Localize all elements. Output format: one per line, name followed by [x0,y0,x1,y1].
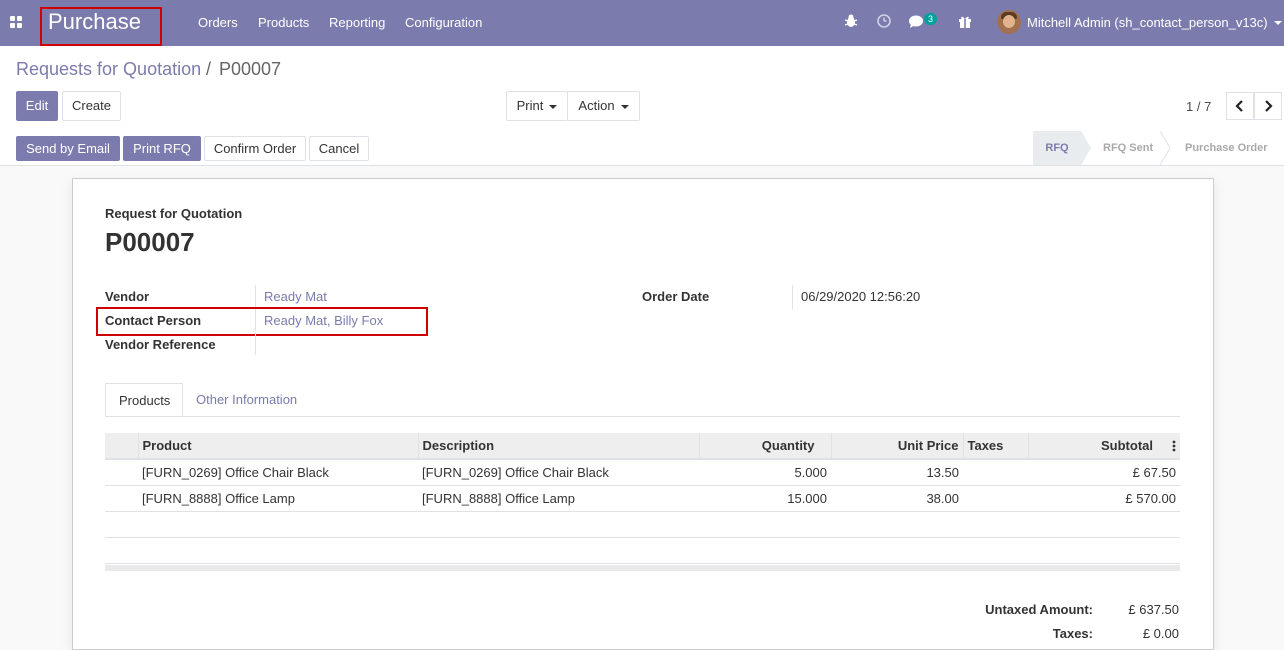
vendor-label: Vendor [105,289,150,304]
column-header-description[interactable]: Description [418,433,700,460]
table-header-row: Product Description Quantity Unit Price … [105,433,1180,460]
row-handle [105,459,138,486]
empty-row [105,537,1180,564]
cell-unit-price[interactable]: 38.00 [831,485,963,512]
pager-value[interactable]: 1 / 7 [1186,99,1211,114]
print-rfq-button[interactable]: Print RFQ [123,136,201,161]
tab-other-information[interactable]: Other Information [183,383,310,416]
cell-product[interactable]: [FURN_0269] Office Chair Black [138,459,418,486]
highlight-box-app-title [40,7,162,46]
empty-row [105,511,1180,538]
stage-rfq[interactable]: RFQ [1033,131,1081,165]
untaxed-amount-label: Untaxed Amount: [985,602,1093,617]
order-lines-table: Product Description Quantity Unit Price … [105,433,1180,564]
pager-previous-button[interactable] [1226,92,1254,120]
menu-orders[interactable]: Orders [198,15,238,30]
table-row[interactable]: [FURN_8888] Office Lamp [FURN_8888] Offi… [105,485,1180,512]
untaxed-amount-value: £ 637.50 [1128,602,1179,617]
menu-reporting[interactable]: Reporting [329,15,385,30]
column-header-subtotal[interactable]: Subtotal [1028,433,1180,460]
form-sheet: Request for Quotation P00007 Vendor Read… [72,178,1214,650]
table-row[interactable]: [FURN_0269] Office Chair Black [FURN_026… [105,459,1180,486]
taxes-value: £ 0.00 [1142,626,1179,641]
table-footer-bar [105,565,1180,571]
cell-description[interactable]: [FURN_0269] Office Chair Black [418,459,699,486]
handle-column-header [105,433,139,460]
column-header-taxes[interactable]: Taxes [963,433,1029,460]
document-name: P00007 [105,227,195,257]
apps-menu-icon[interactable] [10,16,22,28]
create-button[interactable]: Create [62,91,121,121]
order-date-label: Order Date [642,289,710,304]
column-header-unit-price[interactable]: Unit Price [831,433,964,460]
breadcrumb-current: P00007 [219,59,282,79]
stage-arrow-icon [1081,131,1091,165]
order-date-field[interactable]: 06/29/2020 12:56:20 [801,289,920,304]
notebook-tabs: Products Other Information [105,383,1180,417]
highlight-box-contact-person [96,307,428,336]
messages-chat-icon[interactable] [908,13,924,29]
document-type-label: Request for Quotation [105,206,243,221]
print-button-label: Print [516,98,544,113]
action-button-label: Action [578,98,615,113]
activity-clock-icon[interactable] [876,13,892,29]
stage-rfq-sent[interactable]: RFQ Sent [1103,131,1153,165]
optional-columns-kebab-icon[interactable] [1172,440,1176,452]
vendor-field[interactable]: Ready Mat [264,289,327,304]
edit-button[interactable]: Edit [16,91,58,121]
cell-taxes[interactable] [963,459,1028,486]
column-header-product[interactable]: Product [138,433,419,460]
cell-quantity[interactable]: 5.000 [699,459,831,486]
breadcrumb-parent-link[interactable]: Requests for Quotation [16,59,201,80]
pager-next-button[interactable] [1254,92,1282,120]
messages-count-badge: 3 [924,13,938,25]
cancel-button[interactable]: Cancel [309,136,369,161]
cell-taxes[interactable] [963,485,1028,512]
send-by-email-button[interactable]: Send by Email [16,136,120,161]
breadcrumb-separator: / [206,59,212,79]
chevron-left-icon [1235,100,1243,112]
caret-down-icon [549,104,558,109]
tab-products[interactable]: Products [105,383,183,416]
user-name[interactable]: Mitchell Admin (sh_contact_person_v13c) [1027,15,1268,30]
row-handle [105,485,138,512]
column-header-quantity[interactable]: Quantity [699,433,832,460]
print-dropdown-button[interactable]: Print [506,91,568,121]
user-avatar[interactable] [997,10,1021,34]
cell-product[interactable]: [FURN_8888] Office Lamp [138,485,418,512]
cell-subtotal: £ 67.50 [1028,459,1180,486]
stage-separator-icon [1160,131,1170,165]
cell-subtotal: £ 570.00 [1028,485,1180,512]
action-dropdown-button[interactable]: Action [567,91,640,121]
statusbar: Send by Email Print RFQ Confirm Order Ca… [0,131,1284,166]
cell-unit-price[interactable]: 13.50 [831,459,963,486]
debug-bug-icon[interactable] [843,13,859,29]
subtotal-header-label: Subtotal [1101,438,1153,453]
chevron-right-icon [1265,100,1273,112]
vendor-reference-label: Vendor Reference [105,337,216,352]
user-menu-caret-icon[interactable] [1274,21,1282,25]
caret-down-icon [620,104,629,109]
menu-products[interactable]: Products [258,15,309,30]
menu-configuration[interactable]: Configuration [405,15,482,30]
cell-quantity[interactable]: 15.000 [699,485,831,512]
taxes-label: Taxes: [1052,626,1093,641]
confirm-order-button[interactable]: Confirm Order [204,136,306,161]
gift-icon[interactable] [957,13,973,29]
control-panel: Requests for Quotation / P00007 Edit Cre… [0,46,1284,132]
stage-purchase-order[interactable]: Purchase Order [1185,131,1268,165]
cell-description[interactable]: [FURN_8888] Office Lamp [418,485,699,512]
top-navbar: Purchase Orders Products Reporting Confi… [0,0,1284,46]
